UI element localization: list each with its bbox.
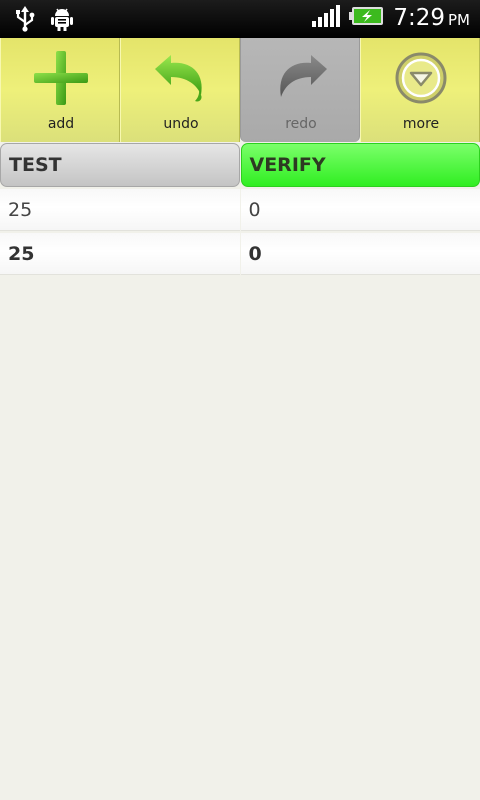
more-button[interactable]: more — [360, 38, 480, 142]
android-debug-icon — [50, 6, 74, 36]
table-row[interactable]: 25 0 — [0, 187, 480, 231]
table-cell[interactable]: 0 — [240, 189, 480, 231]
redo-button[interactable]: redo — [240, 38, 360, 142]
redo-icon — [271, 51, 331, 109]
table-header-row: TEST VERIFY — [0, 143, 480, 187]
column-header-verify[interactable]: VERIFY — [240, 143, 480, 187]
clock: 7:29 PM — [393, 5, 470, 31]
table-cell[interactable]: 25 — [0, 189, 240, 231]
usb-icon — [14, 6, 36, 36]
battery-charging-icon — [349, 6, 385, 30]
redo-label: redo — [285, 116, 317, 132]
table-cell[interactable]: 25 — [0, 233, 240, 275]
table-cell[interactable]: 0 — [240, 233, 480, 275]
undo-label: undo — [163, 116, 199, 132]
add-label: add — [47, 116, 75, 132]
data-table: TEST VERIFY 25 0 25 0 — [0, 143, 480, 275]
table-row[interactable]: 25 0 — [0, 231, 480, 275]
signal-icon — [311, 4, 341, 32]
plus-icon — [32, 49, 90, 111]
column-header-test[interactable]: TEST — [0, 143, 240, 187]
action-toolbar: add undo redo more — [0, 38, 480, 142]
status-bar: 7:29 PM — [0, 0, 480, 38]
more-icon — [394, 51, 448, 109]
undo-button[interactable]: undo — [120, 38, 240, 142]
more-label: more — [402, 116, 440, 132]
add-button[interactable]: add — [0, 38, 120, 142]
undo-icon — [151, 51, 211, 109]
